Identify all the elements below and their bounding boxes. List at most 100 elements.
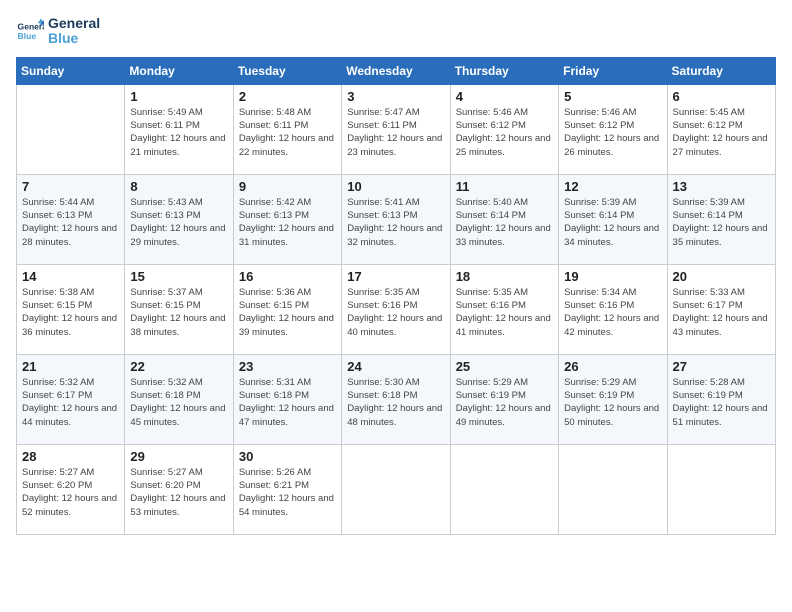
day-info: Sunrise: 5:48 AM Sunset: 6:11 PM Dayligh…: [239, 106, 336, 159]
daylight-text: Daylight: 12 hours and 45 minutes.: [130, 402, 227, 429]
sunset-text: Sunset: 6:17 PM: [673, 299, 770, 312]
calendar-cell: [667, 444, 775, 534]
sunrise-text: Sunrise: 5:33 AM: [673, 286, 770, 299]
calendar-cell: 8 Sunrise: 5:43 AM Sunset: 6:13 PM Dayli…: [125, 174, 233, 264]
day-info: Sunrise: 5:29 AM Sunset: 6:19 PM Dayligh…: [564, 376, 661, 429]
sunrise-text: Sunrise: 5:30 AM: [347, 376, 444, 389]
daylight-text: Daylight: 12 hours and 22 minutes.: [239, 132, 336, 159]
daylight-text: Daylight: 12 hours and 44 minutes.: [22, 402, 119, 429]
sunset-text: Sunset: 6:15 PM: [130, 299, 227, 312]
calendar-cell: 14 Sunrise: 5:38 AM Sunset: 6:15 PM Dayl…: [17, 264, 125, 354]
sunset-text: Sunset: 6:12 PM: [456, 119, 553, 132]
sunset-text: Sunset: 6:11 PM: [239, 119, 336, 132]
calendar-body: 1 Sunrise: 5:49 AM Sunset: 6:11 PM Dayli…: [17, 84, 776, 534]
calendar-cell: 30 Sunrise: 5:26 AM Sunset: 6:21 PM Dayl…: [233, 444, 341, 534]
day-number: 20: [673, 269, 770, 284]
calendar-cell: 23 Sunrise: 5:31 AM Sunset: 6:18 PM Dayl…: [233, 354, 341, 444]
day-number: 6: [673, 89, 770, 104]
sunset-text: Sunset: 6:12 PM: [673, 119, 770, 132]
daylight-text: Daylight: 12 hours and 31 minutes.: [239, 222, 336, 249]
sunrise-text: Sunrise: 5:46 AM: [456, 106, 553, 119]
daylight-text: Daylight: 12 hours and 29 minutes.: [130, 222, 227, 249]
sunset-text: Sunset: 6:14 PM: [564, 209, 661, 222]
daylight-text: Daylight: 12 hours and 47 minutes.: [239, 402, 336, 429]
logo-text-blue: Blue: [48, 31, 100, 46]
day-info: Sunrise: 5:35 AM Sunset: 6:16 PM Dayligh…: [456, 286, 553, 339]
sunrise-text: Sunrise: 5:41 AM: [347, 196, 444, 209]
sunrise-text: Sunrise: 5:47 AM: [347, 106, 444, 119]
day-number: 14: [22, 269, 119, 284]
calendar-cell: 11 Sunrise: 5:40 AM Sunset: 6:14 PM Dayl…: [450, 174, 558, 264]
daylight-text: Daylight: 12 hours and 32 minutes.: [347, 222, 444, 249]
sunrise-text: Sunrise: 5:32 AM: [22, 376, 119, 389]
day-number: 26: [564, 359, 661, 374]
day-info: Sunrise: 5:42 AM Sunset: 6:13 PM Dayligh…: [239, 196, 336, 249]
day-number: 22: [130, 359, 227, 374]
calendar-cell: 2 Sunrise: 5:48 AM Sunset: 6:11 PM Dayli…: [233, 84, 341, 174]
sunset-text: Sunset: 6:19 PM: [456, 389, 553, 402]
calendar-cell: 16 Sunrise: 5:36 AM Sunset: 6:15 PM Dayl…: [233, 264, 341, 354]
day-number: 23: [239, 359, 336, 374]
sunset-text: Sunset: 6:21 PM: [239, 479, 336, 492]
day-number: 18: [456, 269, 553, 284]
sunrise-text: Sunrise: 5:31 AM: [239, 376, 336, 389]
sunset-text: Sunset: 6:13 PM: [347, 209, 444, 222]
daylight-text: Daylight: 12 hours and 42 minutes.: [564, 312, 661, 339]
calendar-cell: [17, 84, 125, 174]
sunset-text: Sunset: 6:14 PM: [673, 209, 770, 222]
day-info: Sunrise: 5:34 AM Sunset: 6:16 PM Dayligh…: [564, 286, 661, 339]
calendar-cell: 10 Sunrise: 5:41 AM Sunset: 6:13 PM Dayl…: [342, 174, 450, 264]
weekday-header-friday: Friday: [559, 57, 667, 84]
daylight-text: Daylight: 12 hours and 35 minutes.: [673, 222, 770, 249]
sunrise-text: Sunrise: 5:32 AM: [130, 376, 227, 389]
day-info: Sunrise: 5:38 AM Sunset: 6:15 PM Dayligh…: [22, 286, 119, 339]
day-number: 29: [130, 449, 227, 464]
daylight-text: Daylight: 12 hours and 40 minutes.: [347, 312, 444, 339]
sunrise-text: Sunrise: 5:29 AM: [456, 376, 553, 389]
calendar-cell: 22 Sunrise: 5:32 AM Sunset: 6:18 PM Dayl…: [125, 354, 233, 444]
day-number: 9: [239, 179, 336, 194]
day-info: Sunrise: 5:36 AM Sunset: 6:15 PM Dayligh…: [239, 286, 336, 339]
calendar-cell: 7 Sunrise: 5:44 AM Sunset: 6:13 PM Dayli…: [17, 174, 125, 264]
weekday-header-tuesday: Tuesday: [233, 57, 341, 84]
day-number: 16: [239, 269, 336, 284]
sunset-text: Sunset: 6:16 PM: [564, 299, 661, 312]
sunset-text: Sunset: 6:18 PM: [239, 389, 336, 402]
calendar-cell: [559, 444, 667, 534]
daylight-text: Daylight: 12 hours and 43 minutes.: [673, 312, 770, 339]
calendar-cell: 27 Sunrise: 5:28 AM Sunset: 6:19 PM Dayl…: [667, 354, 775, 444]
day-info: Sunrise: 5:28 AM Sunset: 6:19 PM Dayligh…: [673, 376, 770, 429]
day-info: Sunrise: 5:44 AM Sunset: 6:13 PM Dayligh…: [22, 196, 119, 249]
sunrise-text: Sunrise: 5:38 AM: [22, 286, 119, 299]
calendar-cell: 4 Sunrise: 5:46 AM Sunset: 6:12 PM Dayli…: [450, 84, 558, 174]
sunrise-text: Sunrise: 5:36 AM: [239, 286, 336, 299]
day-number: 1: [130, 89, 227, 104]
day-number: 21: [22, 359, 119, 374]
day-info: Sunrise: 5:39 AM Sunset: 6:14 PM Dayligh…: [564, 196, 661, 249]
daylight-text: Daylight: 12 hours and 27 minutes.: [673, 132, 770, 159]
sunrise-text: Sunrise: 5:34 AM: [564, 286, 661, 299]
sunset-text: Sunset: 6:18 PM: [130, 389, 227, 402]
calendar-cell: 21 Sunrise: 5:32 AM Sunset: 6:17 PM Dayl…: [17, 354, 125, 444]
calendar-week-row: 14 Sunrise: 5:38 AM Sunset: 6:15 PM Dayl…: [17, 264, 776, 354]
sunset-text: Sunset: 6:19 PM: [564, 389, 661, 402]
weekday-header-wednesday: Wednesday: [342, 57, 450, 84]
daylight-text: Daylight: 12 hours and 41 minutes.: [456, 312, 553, 339]
calendar-cell: 24 Sunrise: 5:30 AM Sunset: 6:18 PM Dayl…: [342, 354, 450, 444]
day-info: Sunrise: 5:45 AM Sunset: 6:12 PM Dayligh…: [673, 106, 770, 159]
day-info: Sunrise: 5:32 AM Sunset: 6:17 PM Dayligh…: [22, 376, 119, 429]
sunset-text: Sunset: 6:13 PM: [130, 209, 227, 222]
daylight-text: Daylight: 12 hours and 36 minutes.: [22, 312, 119, 339]
daylight-text: Daylight: 12 hours and 39 minutes.: [239, 312, 336, 339]
day-number: 10: [347, 179, 444, 194]
daylight-text: Daylight: 12 hours and 34 minutes.: [564, 222, 661, 249]
calendar-cell: 9 Sunrise: 5:42 AM Sunset: 6:13 PM Dayli…: [233, 174, 341, 264]
day-number: 24: [347, 359, 444, 374]
sunrise-text: Sunrise: 5:42 AM: [239, 196, 336, 209]
day-number: 7: [22, 179, 119, 194]
calendar-cell: 13 Sunrise: 5:39 AM Sunset: 6:14 PM Dayl…: [667, 174, 775, 264]
sunrise-text: Sunrise: 5:37 AM: [130, 286, 227, 299]
day-number: 11: [456, 179, 553, 194]
day-number: 3: [347, 89, 444, 104]
calendar-cell: 3 Sunrise: 5:47 AM Sunset: 6:11 PM Dayli…: [342, 84, 450, 174]
